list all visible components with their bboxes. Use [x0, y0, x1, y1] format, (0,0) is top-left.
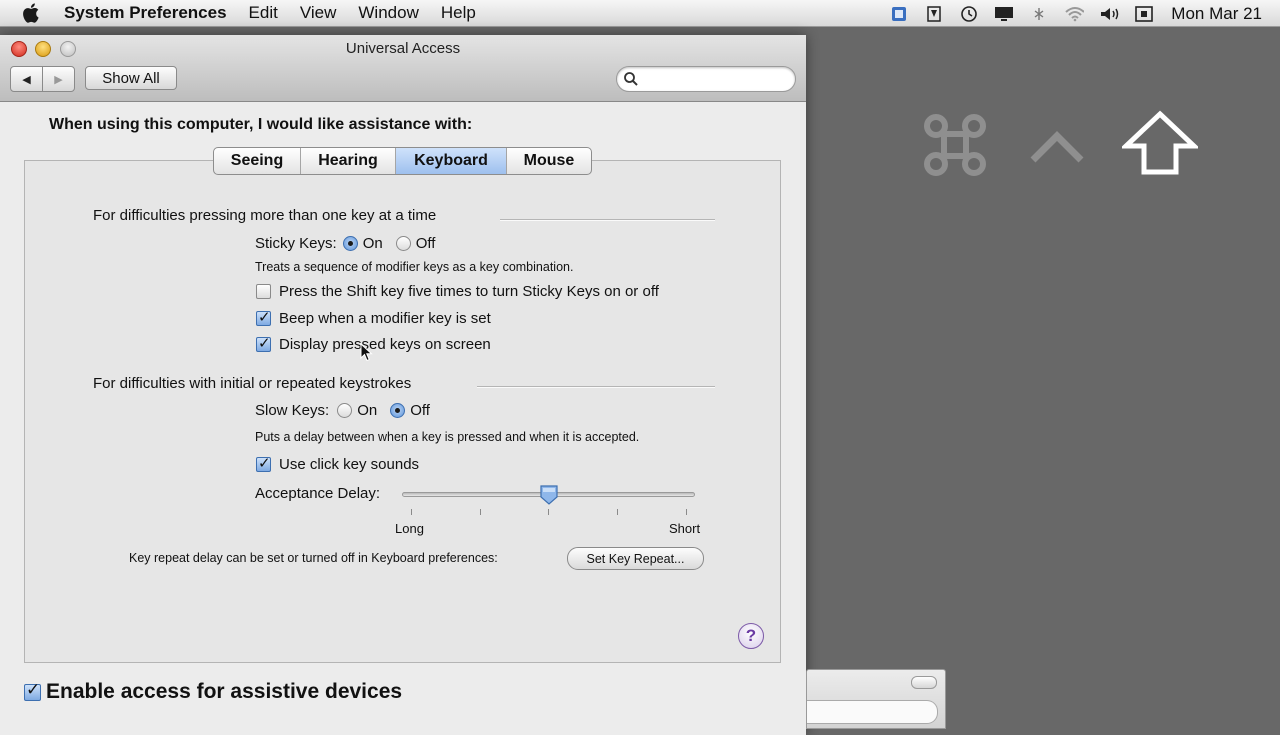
menu-bar: System Preferences Edit View Window Help…: [0, 0, 1280, 27]
background-window: [806, 669, 946, 729]
spaces-icon[interactable]: [889, 5, 909, 23]
mouse-pointer-icon: [360, 343, 373, 362]
assistance-tabs: Seeing Hearing Keyboard Mouse: [213, 147, 592, 175]
sticky-section-divider: [500, 219, 715, 221]
sticky-keys-description: Treats a sequence of modifier keys as a …: [255, 260, 574, 274]
search-input[interactable]: [616, 66, 796, 92]
sticky-section-title: For difficulties pressing more than one …: [93, 207, 437, 224]
menu-view[interactable]: View: [300, 3, 337, 23]
sticky-keys-off-label[interactable]: Off: [416, 235, 436, 252]
universal-access-window: Universal Access ◀ ▶ Show All When using…: [0, 35, 806, 735]
bluetooth-icon[interactable]: [1029, 5, 1049, 23]
acceptance-delay-label: Acceptance Delay:: [255, 485, 381, 502]
assistance-heading: When using this computer, I would like a…: [49, 116, 473, 133]
click-key-sounds-checkbox[interactable]: [256, 454, 271, 472]
display-pressed-keys-label[interactable]: Display pressed keys on screen: [279, 336, 491, 353]
beep-modifier-option[interactable]: Beep when a modifier key is set: [256, 308, 491, 327]
status-menus: Mon Mar 21: [889, 0, 1280, 27]
tab-hearing[interactable]: Hearing: [300, 148, 395, 174]
slow-keys-label: Slow Keys:: [255, 402, 330, 419]
slow-section-divider: [477, 386, 715, 388]
display-pressed-keys-checkbox[interactable]: [256, 334, 271, 352]
window-title: Universal Access: [345, 40, 461, 57]
input-menu-icon[interactable]: [1134, 5, 1154, 23]
menu-window[interactable]: Window: [358, 3, 418, 23]
volume-icon[interactable]: [1099, 5, 1119, 23]
sticky-keys-off-radio[interactable]: [395, 236, 411, 251]
slider-long-label: Long: [395, 521, 424, 536]
tab-mouse[interactable]: Mouse: [506, 148, 591, 174]
sticky-keys-on-label[interactable]: On: [363, 235, 383, 252]
acceptance-delay-slider-thumb[interactable]: [539, 485, 559, 505]
menu-app-name[interactable]: System Preferences: [64, 3, 227, 23]
control-key-icon: [1028, 128, 1086, 173]
sticky-keys-on-radio[interactable]: [342, 236, 358, 251]
help-button[interactable]: ?: [738, 623, 764, 649]
slider-tick: [686, 509, 687, 515]
search-icon: [624, 72, 638, 86]
assistive-devices-option[interactable]: Enable access for assistive devices: [24, 680, 402, 704]
back-forward-control: ◀ ▶: [10, 66, 75, 92]
shift-five-times-checkbox[interactable]: [256, 284, 271, 299]
menu-help[interactable]: Help: [441, 3, 476, 23]
slow-section-title: For difficulties with initial or repeate…: [93, 375, 412, 392]
assistive-devices-checkbox[interactable]: [24, 680, 41, 701]
click-key-sounds-label[interactable]: Use click key sounds: [279, 456, 419, 473]
menu-edit[interactable]: Edit: [249, 3, 278, 23]
shift-key-icon: [1119, 110, 1201, 181]
slow-keys-on-radio[interactable]: [337, 403, 353, 418]
time-machine-icon[interactable]: [959, 5, 979, 23]
set-key-repeat-button[interactable]: Set Key Repeat...: [567, 547, 704, 570]
slider-tick: [480, 509, 481, 515]
forward-arrow-icon[interactable]: ▶: [42, 67, 74, 91]
slider-tick: [617, 509, 618, 515]
slow-keys-off-label[interactable]: Off: [410, 402, 430, 419]
key-repeat-note: Key repeat delay can be set or turned of…: [129, 551, 498, 565]
tag-icon[interactable]: [924, 5, 944, 23]
show-all-button[interactable]: Show All: [85, 66, 177, 90]
assistive-devices-label[interactable]: Enable access for assistive devices: [46, 680, 402, 704]
beep-modifier-label[interactable]: Beep when a modifier key is set: [279, 310, 491, 327]
menu-clock[interactable]: Mon Mar 21: [1171, 4, 1262, 24]
slider-tick: [411, 509, 412, 515]
shift-five-times-option[interactable]: Press the Shift key five times to turn S…: [256, 283, 659, 300]
beep-modifier-checkbox[interactable]: [256, 308, 271, 326]
tab-keyboard[interactable]: Keyboard: [395, 148, 506, 174]
command-key-icon: [922, 112, 988, 183]
toolbar-toggle-button[interactable]: [911, 676, 937, 689]
apple-menu-icon[interactable]: [22, 2, 44, 24]
sticky-keys-label: Sticky Keys:: [255, 235, 337, 252]
slow-keys-row: Slow Keys: On Off: [255, 402, 443, 419]
slow-keys-description: Puts a delay between when a key is press…: [255, 430, 640, 444]
slow-keys-on-label[interactable]: On: [357, 402, 377, 419]
slow-keys-off-radio[interactable]: [390, 403, 406, 418]
slider-tick: [548, 509, 549, 515]
back-arrow-icon[interactable]: ◀: [11, 67, 42, 91]
sticky-keys-row: Sticky Keys: On Off: [255, 235, 448, 252]
display-icon[interactable]: [994, 5, 1014, 23]
window-toolbar: Universal Access ◀ ▶ Show All: [0, 35, 806, 102]
slider-short-label: Short: [669, 521, 701, 536]
background-window-field[interactable]: [807, 700, 938, 724]
click-key-sounds-option[interactable]: Use click key sounds: [256, 454, 419, 473]
wifi-icon[interactable]: [1064, 5, 1085, 23]
tab-seeing[interactable]: Seeing: [214, 148, 300, 174]
shift-five-times-label[interactable]: Press the Shift key five times to turn S…: [279, 283, 659, 300]
